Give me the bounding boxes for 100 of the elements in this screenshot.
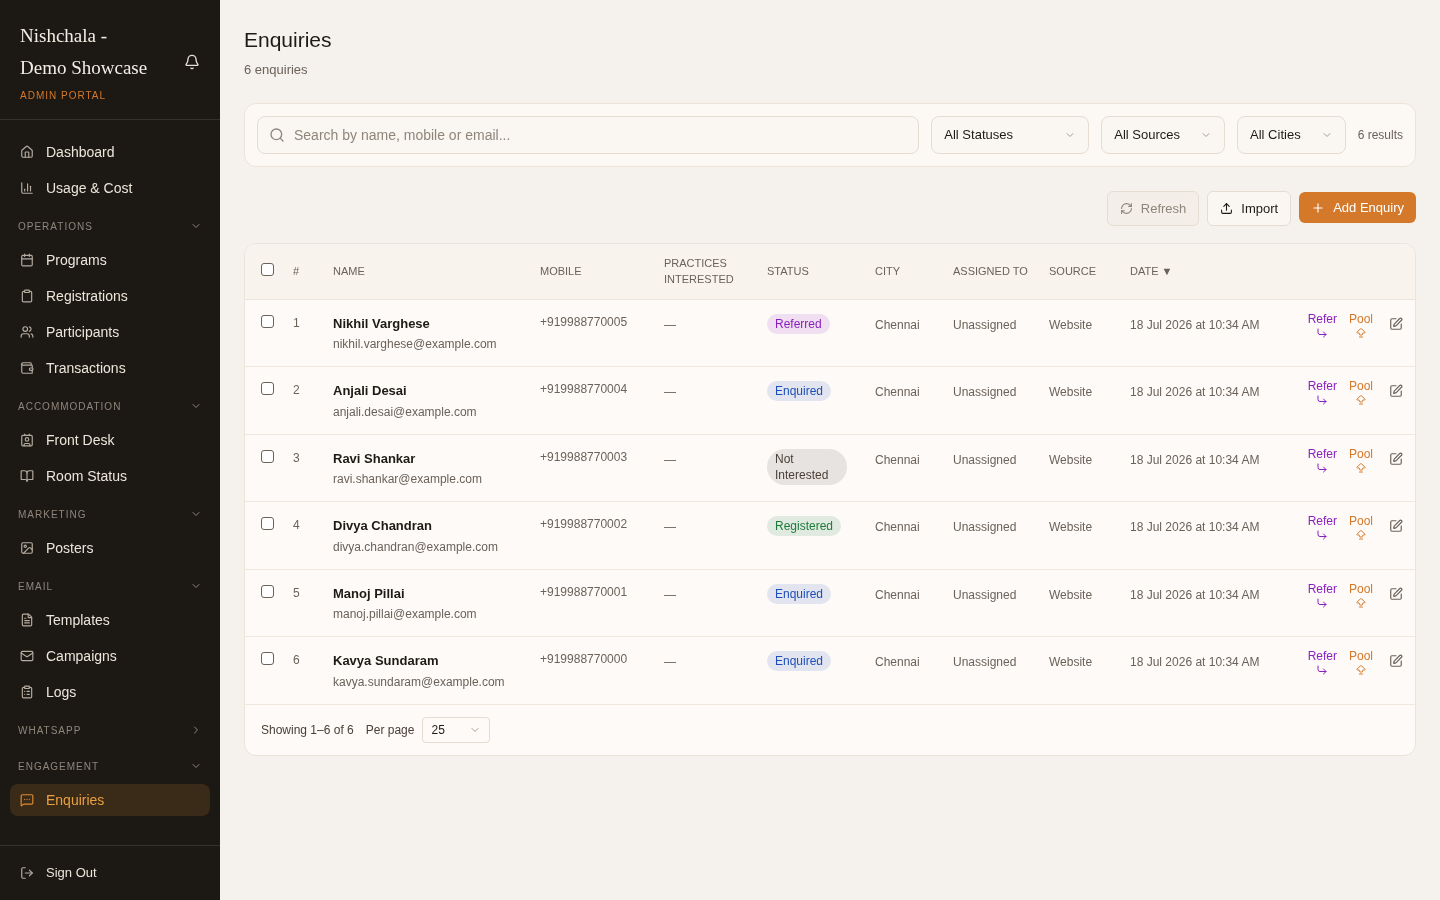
nav-item[interactable]: Room Status [10, 460, 210, 492]
column-header: STATUS [767, 264, 809, 279]
checkbox[interactable] [261, 449, 274, 463]
city-value: Chennai [875, 587, 920, 602]
assignee-value: Unassigned [953, 452, 1017, 467]
checkbox[interactable] [261, 517, 274, 530]
source-value: Website [1049, 520, 1093, 534]
column-header: MOBILE [540, 264, 582, 279]
row-number: 1 [293, 315, 300, 330]
person-name: Divya Chandran [333, 517, 433, 535]
assignee-value: Unassigned [953, 587, 1017, 602]
person-name: Ravi Shankar [333, 449, 417, 468]
nav-item[interactable]: Logs [10, 676, 210, 708]
refer-button[interactable]: Refer [1307, 446, 1337, 474]
up-arrow-icon [1355, 394, 1367, 406]
edit-icon[interactable] [1389, 384, 1403, 398]
plus-icon [1311, 200, 1326, 215]
city-value: Chennai [875, 317, 920, 332]
section-header[interactable]: EMAIL [10, 572, 210, 600]
assignee-value: Unassigned [953, 317, 1017, 332]
sign-out-button[interactable]: Sign Out [20, 863, 97, 883]
results-count: 6 results [1357, 127, 1403, 144]
filter-dropdown[interactable]: All Statuses [931, 116, 1090, 154]
edit-icon[interactable] [1389, 586, 1403, 601]
section-header[interactable]: OPERATIONS [10, 212, 210, 240]
column-header: SOURCE [1049, 264, 1097, 279]
import-button[interactable]: Import [1207, 191, 1292, 226]
up-arrow-icon [1355, 664, 1367, 676]
nav-item[interactable]: Enquiries [10, 784, 210, 816]
edit-icon[interactable] [1389, 519, 1403, 533]
section-header[interactable]: ENGAGEMENT [10, 752, 210, 780]
up-arrow-icon [1355, 529, 1367, 541]
nav-item[interactable]: Usage & Cost [10, 172, 210, 204]
refer-button[interactable]: Refer [1307, 379, 1337, 406]
column-header[interactable]: DATE ▼ [1130, 263, 1173, 279]
search-field[interactable]: Search by name, mobile or email... [257, 116, 920, 154]
section-header[interactable]: WHATSAPP [10, 716, 210, 744]
person-email: kavya.sundaram@example.com [333, 673, 506, 691]
nav-item[interactable]: Front Desk [10, 424, 210, 456]
checkbox[interactable] [261, 314, 274, 328]
filter-dropdown[interactable]: All Sources [1101, 116, 1226, 154]
person-icon [20, 325, 34, 339]
bell-icon[interactable] [184, 54, 200, 70]
nav-item[interactable]: Programs [10, 244, 210, 276]
search-icon [269, 127, 285, 143]
page-title: Enquiries [244, 27, 333, 53]
row-number: 4 [293, 518, 300, 532]
checkbox[interactable] [261, 382, 274, 395]
nav-item[interactable]: Transactions [10, 352, 210, 384]
city-value: Chennai [875, 452, 920, 467]
checkbox[interactable] [261, 584, 274, 598]
refer-button[interactable]: Refer [1307, 311, 1337, 339]
section-header[interactable]: MARKETING [10, 500, 210, 528]
nav-item[interactable]: Posters [10, 532, 210, 564]
person-email: anjali.desai@example.com [333, 403, 478, 421]
mobile-number: +919988770000 [540, 652, 628, 666]
checkbox[interactable] [261, 262, 274, 276]
person-email: ravi.shankar@example.com [333, 471, 483, 488]
corner-arrow-icon [1316, 664, 1329, 676]
nav-item[interactable]: Templates [10, 604, 210, 636]
source-value: Website [1049, 317, 1093, 332]
nav-item[interactable]: Dashboard [10, 136, 210, 168]
practices-value: — [664, 385, 676, 399]
clipboard-list-icon [20, 685, 34, 699]
edit-icon[interactable] [1389, 654, 1403, 668]
edit-icon[interactable] [1389, 316, 1403, 331]
checkbox[interactable] [261, 652, 274, 665]
city-value: Chennai [875, 655, 920, 669]
document-icon [20, 613, 34, 627]
status-badge: Not Interested [767, 448, 847, 485]
mobile-number: +919988770004 [540, 382, 628, 396]
date-value: 18 Jul 2026 at 10:34 AM [1130, 655, 1260, 669]
page-subtitle: 6 enquiries [244, 60, 309, 79]
city-value: Chennai [875, 385, 920, 399]
row-number: 3 [293, 450, 300, 465]
source-value: Website [1049, 587, 1093, 602]
corner-arrow-icon [1316, 596, 1329, 609]
person-name: Anjali Desai [333, 382, 408, 400]
nav-item[interactable]: Participants [10, 316, 210, 348]
portal-label: ADMIN PORTAL [20, 89, 108, 103]
per-page-dropdown[interactable]: 25 [422, 716, 491, 743]
refer-button[interactable]: Refer [1307, 514, 1337, 541]
assignee-value: Unassigned [953, 520, 1017, 534]
nav-item[interactable]: Registrations [10, 280, 210, 312]
section-header[interactable]: ACCOMMODATION [10, 392, 210, 420]
calendar-icon [20, 253, 34, 267]
status-badge: Registered [767, 516, 842, 536]
nav-item[interactable]: Campaigns [10, 640, 210, 672]
filter-dropdown[interactable]: All Cities [1237, 116, 1346, 154]
practices-value: — [664, 452, 676, 467]
source-value: Website [1049, 452, 1093, 467]
mail-icon [20, 649, 34, 663]
corner-arrow-icon [1316, 461, 1329, 474]
refer-button[interactable]: Refer [1307, 581, 1337, 609]
refer-button[interactable]: Refer [1307, 649, 1337, 676]
mobile-number: +919988770002 [540, 517, 628, 531]
column-header: NAME [333, 264, 365, 279]
per-page-label: Per page [365, 721, 415, 739]
showing-range: Showing 1–6 of 6 [261, 721, 354, 739]
edit-icon[interactable] [1389, 451, 1403, 466]
